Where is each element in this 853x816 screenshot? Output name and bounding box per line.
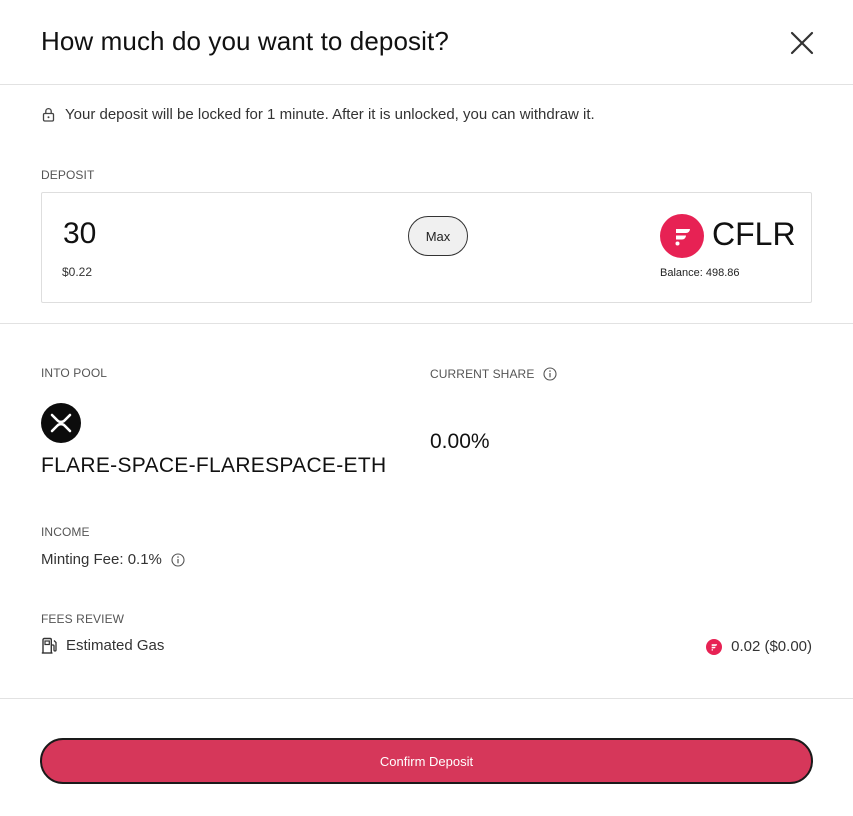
xrp-logo-icon xyxy=(41,403,81,443)
current-share-label: CURRENT SHARE xyxy=(430,366,535,381)
deposit-usd-value: $0.22 xyxy=(62,265,93,279)
minting-fee-text: Minting Fee: 0.1% xyxy=(41,551,162,568)
gas-pump-icon xyxy=(41,637,57,654)
info-icon[interactable] xyxy=(543,367,557,381)
lock-icon xyxy=(42,108,55,122)
close-icon xyxy=(790,31,814,55)
token-symbol: CFLR xyxy=(712,216,796,252)
section-divider xyxy=(0,698,853,699)
deposit-amount-input[interactable]: 30 xyxy=(63,217,96,251)
confirm-deposit-button[interactable]: Confirm Deposit xyxy=(40,738,813,784)
minting-fee-row: Minting Fee: 0.1% xyxy=(41,551,185,568)
info-icon[interactable] xyxy=(171,552,185,567)
max-button[interactable]: Max xyxy=(408,216,468,256)
estimated-gas-value: 0.02 ($0.00) xyxy=(731,637,812,655)
close-button[interactable] xyxy=(786,27,818,59)
modal-title: How much do you want to deposit? xyxy=(41,26,449,56)
current-share-value: 0.00% xyxy=(430,430,490,453)
estimated-gas-value-row: 0.02 ($0.00) xyxy=(706,637,812,655)
flare-logo-icon xyxy=(706,639,723,655)
deposit-input-box: 30 $0.22 Max CFLR Balance: 498.86 xyxy=(41,192,812,303)
lock-notice-text: Your deposit will be locked for 1 minute… xyxy=(65,106,595,123)
lock-notice: Your deposit will be locked for 1 minute… xyxy=(41,106,595,123)
into-pool-label: INTO POOL xyxy=(41,366,108,380)
flare-logo-icon xyxy=(660,214,704,258)
pool-name: FLARE-SPACE-FLARESPACE-ETH xyxy=(41,454,387,477)
modal-header: How much do you want to deposit? xyxy=(0,0,853,85)
current-share-label-row: CURRENT SHARE xyxy=(430,366,557,381)
token-balance: Balance: 498.86 xyxy=(660,267,740,279)
section-divider xyxy=(0,323,853,324)
fees-review-label: FEES REVIEW xyxy=(41,612,125,626)
deposit-label: DEPOSIT xyxy=(41,168,95,182)
income-label: INCOME xyxy=(41,525,90,539)
estimated-gas-label: Estimated Gas xyxy=(66,637,165,654)
estimated-gas-row: Estimated Gas xyxy=(41,637,164,654)
